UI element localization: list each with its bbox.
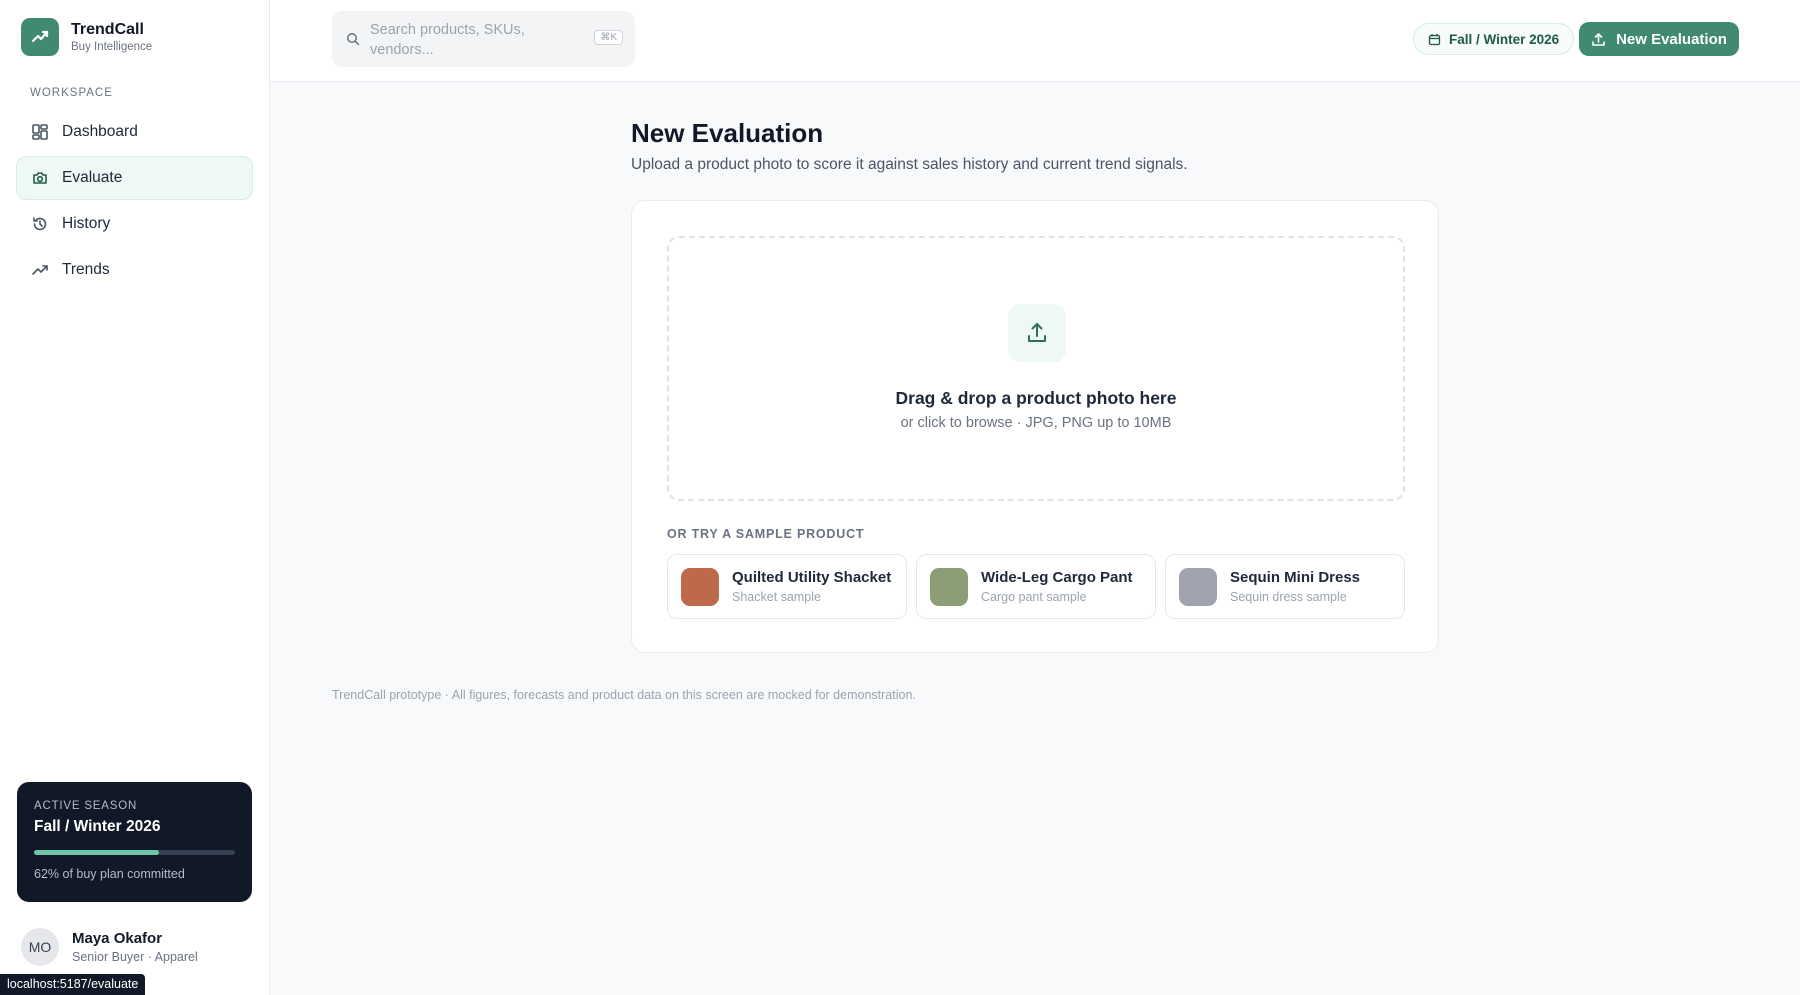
new-evaluation-button[interactable]: New Evaluation	[1579, 22, 1739, 56]
prototype-disclaimer: TrendCall prototype · All figures, forec…	[332, 688, 916, 702]
sample-desc: Cargo pant sample	[981, 590, 1087, 604]
search-box[interactable]: Search products, SKUs, vendors... ⌘K	[332, 11, 635, 67]
grid-icon	[31, 123, 49, 141]
brand-name: TrendCall	[71, 21, 144, 38]
sidebar-item-label: Trends	[62, 261, 110, 278]
camera-icon	[31, 169, 49, 187]
sample-swatch	[1179, 567, 1217, 606]
upload-card: Drag & drop a product photo here or clic…	[631, 200, 1439, 653]
buy-plan-note: 62% of buy plan committed	[34, 867, 185, 881]
sample-product-sequin-dress[interactable]: Sequin Mini Dress Sequin dress sample	[1165, 554, 1405, 619]
trend-logo-icon	[21, 18, 59, 56]
sidebar-nav: Dashboard Evaluate History Trends	[16, 110, 253, 294]
sidebar-item-evaluate[interactable]: Evaluate	[16, 156, 253, 200]
search-icon	[347, 33, 360, 46]
sidebar: TrendCall Buy Intelligence WORKSPACE Das…	[0, 0, 270, 995]
sidebar-item-trends[interactable]: Trends	[16, 248, 253, 292]
active-season-card: ACTIVE SEASON Fall / Winter 2026 62% of …	[17, 782, 252, 902]
brand-subtitle: Buy Intelligence	[71, 41, 153, 53]
sample-desc: Sequin dress sample	[1230, 590, 1347, 604]
active-season-label: ACTIVE SEASON	[34, 800, 138, 812]
season-selector-label: Fall / Winter 2026	[1449, 31, 1560, 47]
sample-products: Quilted Utility Shacket Shacket sample W…	[667, 554, 1414, 619]
buy-plan-progress-bar	[34, 850, 235, 855]
brand[interactable]: TrendCall Buy Intelligence	[21, 18, 152, 56]
sidebar-item-history[interactable]: History	[16, 202, 253, 246]
trend-icon	[31, 261, 49, 279]
sidebar-item-label: Dashboard	[62, 123, 138, 140]
workspace-label: WORKSPACE	[30, 87, 113, 99]
user-profile[interactable]: MO Maya Okafor Senior Buyer · Apparel	[21, 928, 198, 966]
new-evaluation-label: New Evaluation	[1616, 30, 1727, 48]
dropzone-subtitle: or click to browse · JPG, PNG up to 10MB	[900, 415, 1172, 431]
sample-desc: Shacket sample	[732, 590, 821, 604]
sample-name: Sequin Mini Dress	[1230, 569, 1361, 586]
sample-swatch	[681, 567, 719, 606]
sample-product-cargo-pant[interactable]: Wide-Leg Cargo Pant Cargo pant sample	[916, 554, 1156, 619]
page-title: New Evaluation	[631, 118, 824, 148]
status-bar-url: localhost:5187/evaluate	[0, 974, 146, 995]
sample-name: Quilted Utility Shacket	[732, 569, 892, 586]
sidebar-item-dashboard[interactable]: Dashboard	[16, 110, 253, 154]
sample-swatch	[930, 567, 968, 606]
season-selector[interactable]: Fall / Winter 2026	[1413, 23, 1575, 55]
dropzone-title: Drag & drop a product photo here	[895, 388, 1177, 408]
user-name: Maya Okafor	[72, 930, 163, 947]
samples-label: OR TRY A SAMPLE PRODUCT	[667, 527, 865, 541]
sample-name: Wide-Leg Cargo Pant	[981, 569, 1133, 586]
sidebar-item-label: Evaluate	[62, 169, 123, 186]
buy-plan-progress-fill	[34, 850, 159, 855]
page-subtitle: Upload a product photo to score it again…	[631, 156, 1188, 173]
avatar: MO	[21, 928, 59, 966]
sidebar-item-label: History	[62, 215, 111, 232]
shortcut-hint: ⌘K	[594, 30, 623, 45]
photo-dropzone[interactable]: Drag & drop a product photo here or clic…	[667, 236, 1405, 501]
upload-icon	[1592, 32, 1605, 46]
calendar-icon	[1428, 33, 1441, 45]
active-season-name: Fall / Winter 2026	[34, 818, 161, 835]
search-input[interactable]: Search products, SKUs, vendors...	[370, 20, 570, 60]
history-icon	[31, 215, 49, 233]
user-role: Senior Buyer · Apparel	[72, 950, 198, 964]
topbar: Search products, SKUs, vendors... ⌘K Fal…	[270, 0, 1800, 82]
upload-icon	[1008, 304, 1066, 362]
sample-product-shacket[interactable]: Quilted Utility Shacket Shacket sample	[667, 554, 907, 619]
